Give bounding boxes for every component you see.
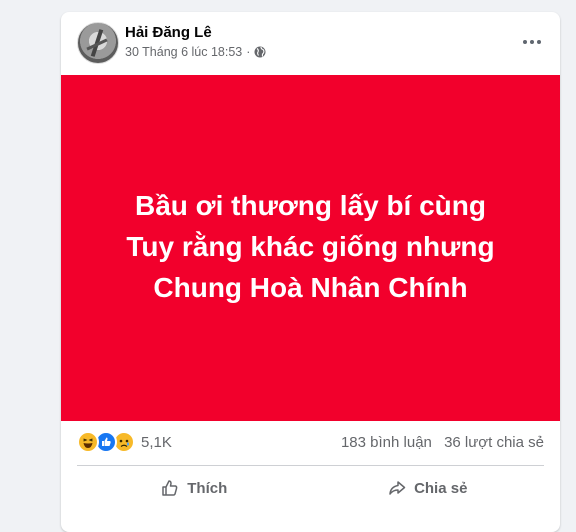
post-timestamp[interactable]: 30 Tháng 6 lúc 18:53: [125, 45, 242, 59]
reactions-summary[interactable]: 5,1K: [77, 431, 172, 453]
share-label: Chia sẻ: [414, 479, 468, 497]
share-count[interactable]: 36 lượt chia sẻ: [444, 434, 544, 451]
post-text-line: Bầu ơi thương lấy bí cùng: [135, 189, 486, 221]
author-name[interactable]: Hải Đăng Lê: [125, 24, 212, 41]
share-button[interactable]: Chia sẻ: [311, 468, 545, 508]
thumbs-up-icon: [162, 480, 178, 496]
globe-icon: [254, 46, 266, 58]
post-text-line: Chung Hoà Nhân Chính: [153, 271, 468, 303]
haha-reaction-icon: [77, 431, 99, 453]
divider: [77, 465, 544, 466]
post-stats: 5,1K 183 bình luận 36 lượt chia sẻ: [77, 430, 544, 454]
post-card: Hải Đăng Lê 30 Tháng 6 lúc 18:53 · Bầu ơ…: [61, 12, 560, 532]
post-text-line: Tuy rằng khác giống nhưng: [126, 230, 495, 262]
post-content[interactable]: Bầu ơi thương lấy bí cùng Tuy rằng khác …: [61, 75, 560, 421]
post-header: Hải Đăng Lê 30 Tháng 6 lúc 18:53 ·: [61, 12, 560, 74]
reaction-count[interactable]: 5,1K: [141, 434, 172, 451]
post-meta: 30 Tháng 6 lúc 18:53 ·: [125, 45, 266, 59]
avatar[interactable]: [77, 22, 119, 64]
post-text: Bầu ơi thương lấy bí cùng Tuy rằng khác …: [126, 185, 494, 308]
more-dot-icon: [537, 40, 541, 44]
like-button[interactable]: Thích: [77, 468, 311, 508]
like-label: Thích: [187, 479, 228, 497]
more-options-button[interactable]: [518, 30, 546, 54]
share-icon: [389, 481, 406, 495]
action-bar: Thích Chia sẻ: [77, 468, 544, 508]
more-dot-icon: [530, 40, 534, 44]
engagement-counts: 183 bình luận 36 lượt chia sẻ: [341, 434, 544, 451]
comment-count[interactable]: 183 bình luận: [341, 434, 432, 451]
more-dot-icon: [523, 40, 527, 44]
meta-separator: ·: [246, 45, 251, 59]
